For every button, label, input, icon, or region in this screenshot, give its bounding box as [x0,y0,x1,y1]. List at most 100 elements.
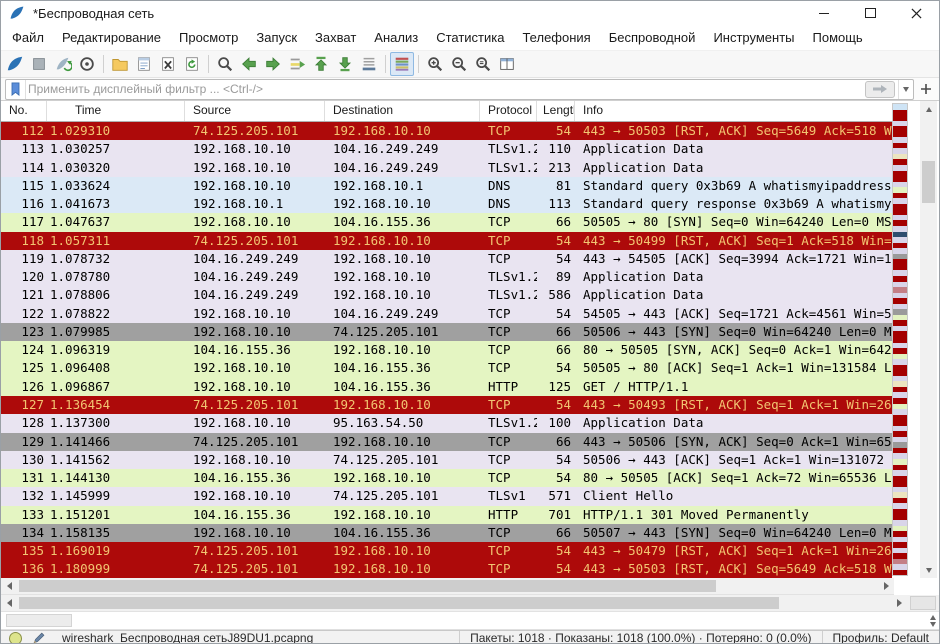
menu-item-statistics[interactable]: Статистика [427,26,513,50]
packet-row-130[interactable]: 1301.141562192.168.10.1074.125.205.101TC… [1,451,892,469]
zoom-reset-icon[interactable] [471,52,495,76]
scroll-right-button-2[interactable] [891,595,907,611]
packet-minimap[interactable] [892,103,908,576]
packet-row-116[interactable]: 1161.041673192.168.10.1192.168.10.10DNS1… [1,195,892,213]
cell-length: 213 [537,159,575,177]
packet-row-121[interactable]: 1211.078806104.16.249.249192.168.10.10TL… [1,286,892,304]
capture-comment-icon[interactable] [32,631,46,644]
stop-capture-icon[interactable] [27,52,51,76]
column-header-destination[interactable]: Destination [325,101,480,121]
apply-filter-button[interactable] [865,81,895,98]
packet-row-128[interactable]: 1281.137300192.168.10.1095.163.54.50TLSv… [1,414,892,432]
scroll-left-button[interactable] [1,578,17,594]
zoom-out-icon[interactable] [447,52,471,76]
find-packet-icon[interactable] [213,52,237,76]
hscroll-thumb-1[interactable] [19,580,716,592]
collapsed-pane-item[interactable] [6,614,72,627]
cell-time: 1.145999 [47,487,185,505]
packet-row-133[interactable]: 1331.151201104.16.155.36192.168.10.10HTT… [1,506,892,524]
column-header-time[interactable]: Time [47,101,185,121]
menu-item-wireless[interactable]: Беспроводной [600,26,705,50]
hscroll-thumb-2[interactable] [19,597,779,609]
column-header-length[interactable]: Length [537,101,575,121]
first-packet-icon[interactable] [309,52,333,76]
scroll-left-button-2[interactable] [1,595,17,611]
vscroll-track[interactable] [920,117,937,562]
packet-row-122[interactable]: 1221.078822192.168.10.10104.16.249.249TC… [1,305,892,323]
expert-info-icon[interactable] [9,632,22,644]
cell-destination: 104.16.155.36 [325,524,480,542]
column-header-protocol[interactable]: Protocol [480,101,537,121]
packet-row-126[interactable]: 1261.096867192.168.10.10104.16.155.36HTT… [1,378,892,396]
packet-row-114[interactable]: 1141.030320192.168.10.10104.16.249.249TL… [1,159,892,177]
close-button[interactable] [893,1,939,25]
packet-row-118[interactable]: 1181.05731174.125.205.101192.168.10.10TC… [1,232,892,250]
profile-selector[interactable]: Профиль: Default [822,631,940,644]
packet-row-117[interactable]: 1171.047637192.168.10.10104.16.155.36TCP… [1,213,892,231]
menu-item-tools[interactable]: Инструменты [704,26,803,50]
go-to-packet-icon[interactable] [285,52,309,76]
packet-row-120[interactable]: 1201.078780104.16.249.249192.168.10.10TL… [1,268,892,286]
maximize-button[interactable] [847,1,893,25]
scroll-down-button[interactable] [920,562,937,578]
menu-item-file[interactable]: Файл [3,26,53,50]
packet-row-132[interactable]: 1321.145999192.168.10.1074.125.205.101TL… [1,487,892,505]
previous-packet-icon[interactable] [237,52,261,76]
scroll-up-button[interactable] [920,101,937,117]
cell-no: 130 [1,451,47,469]
next-packet-icon[interactable] [261,52,285,76]
minimize-button[interactable] [801,1,847,25]
colorize-icon[interactable] [390,52,414,76]
vscroll-thumb[interactable] [922,161,935,203]
auto-scroll-icon[interactable] [357,52,381,76]
start-capture-icon[interactable] [3,52,27,76]
cell-protocol: TCP [480,560,537,578]
menu-item-view[interactable]: Просмотр [170,26,247,50]
vertical-scrollbar[interactable] [920,101,937,578]
mini-scroll-arrows[interactable] [930,615,936,627]
capture-options-icon[interactable] [75,52,99,76]
hscroll-track-1[interactable] [17,578,878,594]
packet-row-125[interactable]: 1251.096408192.168.10.10104.16.155.36TCP… [1,359,892,377]
bottom-pane-hscrollbar[interactable] [1,595,939,612]
last-packet-icon[interactable] [333,52,357,76]
menu-item-capture[interactable]: Захват [306,26,365,50]
packet-row-131[interactable]: 1311.144130104.16.155.36192.168.10.10TCP… [1,469,892,487]
menu-item-help[interactable]: Помощь [804,26,872,50]
packet-row-135[interactable]: 1351.16901974.125.205.101192.168.10.10TC… [1,542,892,560]
menu-item-analyze[interactable]: Анализ [365,26,427,50]
hscroll-track-2[interactable] [17,595,891,611]
packet-row-119[interactable]: 1191.078732104.16.249.249192.168.10.10TC… [1,250,892,268]
menu-item-telephony[interactable]: Телефония [513,26,599,50]
save-file-icon[interactable] [132,52,156,76]
zoom-in-icon[interactable] [423,52,447,76]
reload-file-icon[interactable] [180,52,204,76]
display-filter-input[interactable] [26,81,865,97]
packet-row-127[interactable]: 1271.13645474.125.205.101192.168.10.10TC… [1,396,892,414]
packet-row-113[interactable]: 1131.030257192.168.10.10104.16.249.249TL… [1,140,892,158]
column-header-no[interactable]: No. [1,101,47,121]
cell-no: 136 [1,560,47,578]
packet-row-124[interactable]: 1241.096319104.16.155.36192.168.10.10TCP… [1,341,892,359]
column-header-source[interactable]: Source [185,101,325,121]
close-file-icon[interactable] [156,52,180,76]
add-filter-button[interactable] [917,80,935,98]
filter-bookmark-icon[interactable] [6,80,26,99]
packet-row-112[interactable]: 1121.02931074.125.205.101192.168.10.10TC… [1,122,892,140]
resize-columns-icon[interactable] [495,52,519,76]
cell-source: 104.16.155.36 [185,469,325,487]
packet-row-136[interactable]: 1361.18099974.125.205.101192.168.10.10TC… [1,560,892,578]
packet-list-hscrollbar[interactable] [1,578,894,595]
restart-capture-icon[interactable] [51,52,75,76]
packet-row-129[interactable]: 1291.14146674.125.205.101192.168.10.10TC… [1,433,892,451]
cell-protocol: TCP [480,524,537,542]
open-file-icon[interactable] [108,52,132,76]
packet-row-134[interactable]: 1341.158135192.168.10.10104.16.155.36TCP… [1,524,892,542]
packet-row-115[interactable]: 1151.033624192.168.10.10192.168.10.1DNS8… [1,177,892,195]
menu-item-edit[interactable]: Редактирование [53,26,170,50]
column-header-info[interactable]: Info [575,101,892,121]
filter-dropdown-caret[interactable] [898,80,913,99]
menu-item-go[interactable]: Запуск [247,26,306,50]
scroll-right-button[interactable] [878,578,894,594]
packet-row-123[interactable]: 1231.079985192.168.10.1074.125.205.101TC… [1,323,892,341]
